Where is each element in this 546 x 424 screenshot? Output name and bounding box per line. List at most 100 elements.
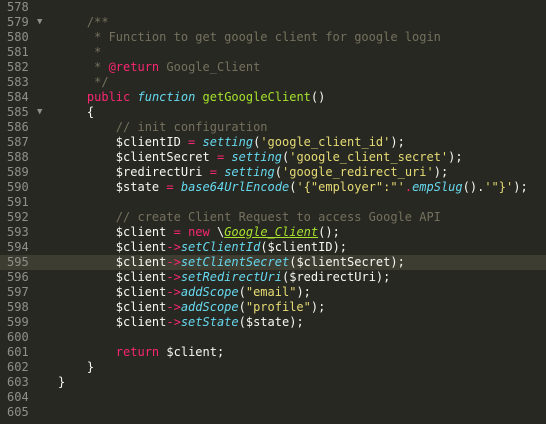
code-token: Google_Client (166, 60, 261, 74)
code-text[interactable]: } (58, 360, 94, 375)
code-line[interactable]: 584 public function getGoogleClient() (0, 90, 546, 105)
code-line[interactable]: 602 } (0, 360, 546, 375)
code-text[interactable]: $client->addScope("profile"); (58, 300, 326, 315)
line-number: 579 (7, 15, 29, 29)
code-token: getGoogleClient (202, 90, 311, 104)
code-text[interactable]: public function getGoogleClient() (58, 90, 325, 105)
code-text[interactable]: { (58, 105, 94, 120)
code-token: = (180, 135, 203, 149)
code-text[interactable]: * @return Google_Client (58, 60, 260, 75)
code-line[interactable]: 582 * @return Google_Client (0, 60, 546, 75)
code-line[interactable]: 591 (0, 195, 546, 210)
code-line[interactable]: 580 * Function to get google client for … (0, 30, 546, 45)
code-text[interactable]: // create Client Request to access Googl… (58, 210, 441, 225)
code-token: ( (274, 165, 282, 179)
line-number: 600 (7, 330, 29, 344)
code-line[interactable]: 603} (0, 375, 546, 390)
code-token: return (115, 345, 160, 359)
code-token: -> (166, 285, 181, 299)
code-editor[interactable]: 578 579 ▼ /** 580 * Function to get google … (0, 0, 546, 424)
code-line[interactable]: 586 // init configuration (0, 120, 546, 135)
code-line[interactable]: 587 $clientID = setting('google_client_i… (0, 135, 546, 150)
code-text[interactable]: $client->addScope("email"); (58, 285, 311, 300)
line-number: 581 (7, 45, 29, 59)
fold-arrow-icon[interactable]: ▼ (37, 15, 42, 30)
code-line[interactable]: 595 $client->setClientSecret($clientSecr… (0, 255, 546, 270)
line-number: 599 (7, 315, 29, 329)
line-number: 603 (7, 375, 29, 389)
line-number: 604 (7, 390, 29, 404)
code-line[interactable]: 592 // create Client Request to access G… (0, 210, 546, 225)
code-line[interactable]: 598 $client->addScope("profile"); (0, 300, 546, 315)
code-line[interactable]: 594 $client->setClientId($clientID); (0, 240, 546, 255)
code-token: . (404, 180, 413, 194)
code-text[interactable]: $clientID = setting('google_client_id'); (58, 135, 405, 150)
code-text[interactable]: $redirectUri = setting('google_redirect_… (58, 165, 448, 180)
code-line[interactable]: 588 $clientSecret = setting('google_clie… (0, 150, 546, 165)
code-token: $client (115, 300, 167, 314)
code-text[interactable]: $state = base64UrlEncode('{"employer":"'… (58, 180, 528, 195)
code-text[interactable]: $client->setClientId($clientID); (58, 240, 347, 255)
code-line[interactable]: 597 $client->addScope("email"); (0, 285, 546, 300)
code-line[interactable]: 590 $state = base64UrlEncode('{"employer… (0, 180, 546, 195)
code-line[interactable]: 583 */ (0, 75, 546, 90)
code-token: ); (332, 240, 348, 254)
code-token: (). (462, 180, 485, 194)
code-token: } (58, 375, 66, 389)
line-number: 589 (7, 165, 29, 179)
line-number: 584 (7, 90, 29, 104)
line-number: 580 (7, 30, 29, 44)
code-token: ); (310, 300, 326, 314)
code-lines[interactable]: 578 579 ▼ /** 580 * Function to get google … (0, 0, 546, 420)
code-line[interactable]: 599 $client->setState($state); (0, 315, 546, 330)
code-text[interactable]: return $client; (58, 345, 224, 360)
code-token: $clientSecret (296, 255, 391, 269)
code-line[interactable]: 601 return $client; (0, 345, 546, 360)
code-token: 'google_redirect_uri' (282, 165, 434, 179)
code-token: $client (166, 345, 217, 359)
line-number: 605 (7, 405, 29, 419)
code-text[interactable]: * Function to get google client for goog… (58, 30, 441, 45)
code-token: = (202, 165, 225, 179)
code-text[interactable]: $client->setRedirectUri($redirectUri); (58, 270, 391, 285)
code-text[interactable]: $client->setClientSecret($clientSecret); (58, 255, 405, 270)
code-text[interactable]: $client = new \Google_Client(); (58, 225, 340, 240)
code-text[interactable]: /** (58, 15, 109, 30)
code-text[interactable]: $client->setState($state); (58, 315, 304, 330)
fold-arrow-icon[interactable]: ▼ (37, 105, 42, 120)
code-line[interactable]: 585 ▼ { (0, 105, 546, 120)
code-token: ( (238, 300, 246, 314)
code-text[interactable]: $clientSecret = setting('google_client_s… (58, 150, 463, 165)
code-text[interactable]: // init configuration (58, 120, 268, 135)
code-token: = (159, 180, 181, 194)
code-text[interactable]: */ (58, 75, 108, 90)
code-line[interactable]: 593 $client = new \Google_Client(); (0, 225, 546, 240)
code-token: $client (115, 315, 167, 329)
code-token: } (86, 360, 95, 374)
code-line[interactable]: 604 (0, 390, 546, 405)
code-token: setting (224, 165, 275, 179)
line-number: 598 (7, 300, 29, 314)
code-text[interactable]: * (58, 45, 101, 60)
line-number: 595 (7, 255, 29, 269)
code-line[interactable]: 605 (0, 405, 546, 420)
code-line[interactable]: 596 $client->setRedirectUri($redirectUri… (0, 270, 546, 285)
code-token: $client (115, 285, 167, 299)
code-line[interactable]: 579 ▼ /** (0, 15, 546, 30)
code-line[interactable]: 581 * (0, 45, 546, 60)
code-token: setting (202, 135, 254, 149)
code-line[interactable]: 589 $redirectUri = setting('google_redir… (0, 165, 546, 180)
code-line[interactable]: 578 (0, 0, 546, 15)
line-number: 583 (7, 75, 29, 89)
code-text[interactable]: } (58, 375, 65, 390)
code-line[interactable]: 600 (0, 330, 546, 345)
code-token: $clientID (267, 240, 333, 254)
